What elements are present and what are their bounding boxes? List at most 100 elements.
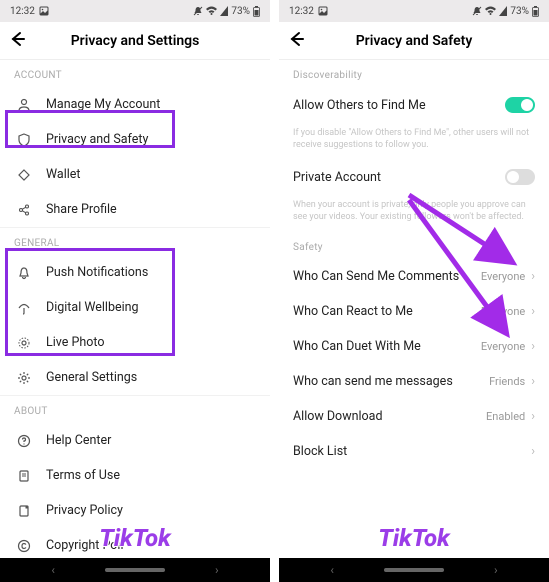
share-icon: [14, 203, 34, 217]
row-label: Who Can React to Me: [293, 304, 481, 319]
nav-forward-icon[interactable]: ›: [494, 563, 498, 577]
chevron-right-icon: ›: [531, 374, 535, 389]
row-label: Privacy Policy: [46, 503, 256, 518]
row-value: Friends: [489, 375, 525, 388]
row-who-react[interactable]: Who Can React to Me Everyone ›: [279, 294, 549, 329]
row-label: Manage My Account: [46, 97, 256, 112]
page-title: Privacy and Safety: [356, 33, 473, 49]
picture-icon: [39, 6, 49, 16]
row-copyright-policy[interactable]: Copyright Poli: [0, 528, 270, 558]
back-button[interactable]: [8, 30, 26, 52]
row-value: Enabled: [486, 410, 525, 423]
status-battery: 73%: [231, 6, 250, 17]
chevron-right-icon: ›: [531, 269, 535, 284]
nav-bar: ‹ ›: [279, 558, 549, 582]
gear-icon: [14, 371, 34, 385]
nav-back-icon[interactable]: ‹: [51, 563, 55, 577]
nav-bar: ‹ ›: [0, 558, 270, 582]
header: Privacy and Settings: [0, 22, 270, 60]
row-label: Help Center: [46, 433, 256, 448]
picture-icon: [318, 6, 328, 16]
nav-forward-icon[interactable]: ›: [215, 563, 219, 577]
header: Privacy and Safety: [279, 22, 549, 60]
section-discoverability-label: Discoverability: [279, 60, 549, 87]
row-label: Copyright Poli: [46, 538, 256, 553]
row-terms-of-use[interactable]: Terms of Use: [0, 458, 270, 493]
bell-off-icon: [193, 6, 203, 16]
row-label: Who Can Duet With Me: [293, 339, 481, 354]
help-icon: [14, 434, 34, 448]
row-label: Share Profile: [46, 202, 256, 217]
row-who-comments[interactable]: Who Can Send Me Comments Everyone ›: [279, 259, 549, 294]
row-label: Digital Wellbeing: [46, 300, 256, 315]
hint-allow-find: If you disable "Allow Others to Find Me"…: [279, 123, 549, 159]
copyright-icon: [14, 539, 34, 553]
section-about-label: ABOUT: [0, 396, 270, 423]
page-title: Privacy and Settings: [71, 33, 200, 49]
chevron-right-icon: ›: [531, 304, 535, 319]
row-digital-wellbeing[interactable]: Digital Wellbeing: [0, 290, 270, 325]
row-label: Wallet: [46, 167, 256, 182]
chevron-right-icon: ›: [531, 444, 535, 459]
row-push-notifications[interactable]: Push Notifications: [0, 255, 270, 290]
row-privacy-safety[interactable]: Privacy and Safety: [0, 122, 270, 157]
toggle-private-account[interactable]: [505, 169, 535, 185]
right-screen: 12:32 73% Privacy and Safety Discoverabi…: [279, 0, 549, 582]
row-label: Privacy and Safety: [46, 132, 256, 147]
nav-home-pill[interactable]: [105, 568, 165, 572]
section-general-label: GENERAL: [0, 228, 270, 255]
row-label: Terms of Use: [46, 468, 256, 483]
row-who-duet[interactable]: Who Can Duet With Me Everyone ›: [279, 329, 549, 364]
row-live-photo[interactable]: Live Photo: [0, 325, 270, 360]
battery-icon: [253, 6, 260, 17]
bell-icon: [14, 266, 34, 280]
row-label: Push Notifications: [46, 265, 256, 280]
privacy-doc-icon: [14, 504, 34, 518]
row-private-account[interactable]: Private Account: [279, 159, 549, 195]
signal-icon: [220, 6, 228, 16]
content: Discoverability Allow Others to Find Me …: [279, 60, 549, 558]
row-manage-account[interactable]: Manage My Account: [0, 87, 270, 122]
row-value: Everyone: [481, 305, 525, 318]
row-label: Who Can Send Me Comments: [293, 269, 481, 284]
left-screen: 12:32 73% Privacy and Settings ACCOUNT M…: [0, 0, 270, 582]
row-label: Allow Download: [293, 409, 486, 424]
hint-private: When your account is private, only peopl…: [279, 195, 549, 231]
row-who-messages[interactable]: Who can send me messages Friends ›: [279, 364, 549, 399]
row-allow-find-me[interactable]: Allow Others to Find Me: [279, 87, 549, 123]
live-photo-icon: [14, 336, 34, 350]
row-allow-download[interactable]: Allow Download Enabled ›: [279, 399, 549, 434]
wifi-icon: [485, 6, 496, 16]
chevron-right-icon: ›: [531, 409, 535, 424]
row-label: Block List: [293, 444, 531, 459]
row-wallet[interactable]: Wallet: [0, 157, 270, 192]
bell-off-icon: [472, 6, 482, 16]
row-value: Everyone: [481, 340, 525, 353]
wallet-icon: [14, 168, 34, 182]
back-button[interactable]: [287, 30, 305, 52]
section-account-label: ACCOUNT: [0, 60, 270, 87]
nav-back-icon[interactable]: ‹: [330, 563, 334, 577]
document-icon: [14, 469, 34, 483]
status-time: 12:32: [289, 6, 314, 17]
wifi-icon: [206, 6, 217, 16]
nav-home-pill[interactable]: [384, 568, 444, 572]
row-privacy-policy[interactable]: Privacy Policy: [0, 493, 270, 528]
row-label: Allow Others to Find Me: [293, 98, 505, 113]
battery-icon: [532, 6, 539, 17]
status-time: 12:32: [10, 6, 35, 17]
person-icon: [14, 98, 34, 112]
row-block-list[interactable]: Block List ›: [279, 434, 549, 469]
content: ACCOUNT Manage My Account Privacy and Sa…: [0, 60, 270, 558]
signal-icon: [499, 6, 507, 16]
row-help-center[interactable]: Help Center: [0, 423, 270, 458]
row-label: General Settings: [46, 370, 256, 385]
status-battery: 73%: [510, 6, 529, 17]
row-share-profile[interactable]: Share Profile: [0, 192, 270, 227]
row-label: Private Account: [293, 170, 505, 185]
toggle-allow-find-me[interactable]: [505, 97, 535, 113]
status-bar: 12:32 73%: [0, 0, 270, 22]
row-general-settings[interactable]: General Settings: [0, 360, 270, 395]
row-label: Live Photo: [46, 335, 256, 350]
shield-icon: [14, 133, 34, 147]
